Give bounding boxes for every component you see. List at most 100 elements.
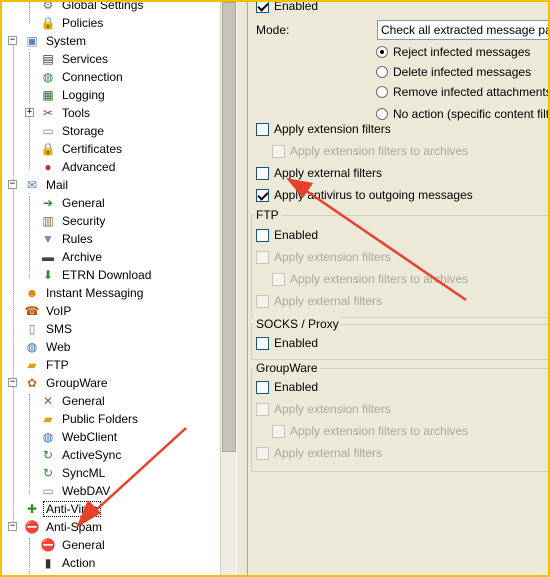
ftp-ext-archives-checkbox[interactable] xyxy=(272,273,285,286)
tree-item-system[interactable]: − ▣ System xyxy=(2,32,220,50)
tree-item-storage[interactable]: ▭ Storage xyxy=(2,122,220,140)
radio-remove-attachments[interactable] xyxy=(376,86,388,98)
navigation-tree: ⚙ Global Settings 🔒 Policies − ▣ System … xyxy=(2,2,220,575)
mode-label: Mode: xyxy=(256,23,290,37)
logging-icon: ▦ xyxy=(42,88,54,102)
groupware-ext-archives-label: Apply extension filters to archives xyxy=(290,424,469,438)
ftp-external-label: Apply external filters xyxy=(274,294,383,308)
tree-item-certificates[interactable]: 🔒 Certificates xyxy=(2,140,220,158)
action-icon: ▮ xyxy=(44,556,52,570)
ftp-ext-checkbox[interactable] xyxy=(256,251,269,264)
radio-reject-infected-label: Reject infected messages xyxy=(393,45,531,59)
apply-external-filters-checkbox[interactable] xyxy=(256,167,269,180)
tree-item-groupware[interactable]: − ✿ GroupWare xyxy=(2,374,220,392)
tree-item-web[interactable]: ◍ Web xyxy=(2,338,220,356)
socks-enabled-checkbox[interactable] xyxy=(256,337,269,350)
socks-enabled-label: Enabled xyxy=(274,336,319,350)
tree-item-anti-spam[interactable]: − ⛔ Anti-Spam xyxy=(2,518,220,536)
tree-item-webdav[interactable]: ▭ WebDAV xyxy=(2,482,220,500)
collapse-anti-spam-button[interactable]: − xyxy=(8,522,17,531)
tree-item-mail-general[interactable]: ➔ General xyxy=(2,194,220,212)
tree-item-mail-security[interactable]: ▥ Security xyxy=(2,212,220,230)
archive-icon: ▬ xyxy=(42,250,54,264)
anti-spam-general-icon: ⛔ xyxy=(40,538,56,552)
settings-panel: Enabled Mode: Check all extracted messag… xyxy=(248,2,548,575)
tree-item-webclient[interactable]: ◍ WebClient xyxy=(2,428,220,446)
apply-antivirus-outgoing-checkbox[interactable] xyxy=(256,189,269,202)
storage-icon: ▭ xyxy=(42,124,54,138)
groupware-ext-label: Apply extension filters xyxy=(274,402,391,416)
tree-item-logging[interactable]: ▦ Logging xyxy=(2,86,220,104)
tree-item-global-settings[interactable]: ⚙ Global Settings xyxy=(2,2,220,14)
pane-splitter[interactable] xyxy=(236,2,248,575)
groupware-general-icon: ✕ xyxy=(42,394,54,408)
voip-icon: ☎ xyxy=(24,304,40,318)
system-icon: ▣ xyxy=(26,34,38,48)
tree-item-public-folders[interactable]: ▰ Public Folders xyxy=(2,410,220,428)
tree-item-connection[interactable]: ◍ Connection xyxy=(2,68,220,86)
tools-icon: ✂ xyxy=(42,106,54,120)
mode-select[interactable]: Check all extracted message parts a xyxy=(377,20,548,40)
tree-item-mail[interactable]: − ✉ Mail xyxy=(2,176,220,194)
radio-no-action[interactable] xyxy=(376,108,388,120)
radio-no-action-label: No action (specific content filter n xyxy=(393,107,548,121)
apply-ext-archives-checkbox[interactable] xyxy=(272,145,285,158)
tree-item-rules[interactable]: ▼ Rules xyxy=(2,230,220,248)
radio-delete-infected-label: Delete infected messages xyxy=(393,65,532,79)
sms-icon: ▯ xyxy=(28,322,36,336)
groupware-icon: ✿ xyxy=(26,376,38,390)
collapse-system-button[interactable]: − xyxy=(8,36,17,45)
certificates-icon: 🔒 xyxy=(40,142,56,156)
tree-item-groupware-general[interactable]: ✕ General xyxy=(2,392,220,410)
mail-general-icon: ➔ xyxy=(42,196,54,210)
tree-item-tools[interactable]: + ✂ Tools xyxy=(2,104,220,122)
apply-extension-filters-checkbox[interactable] xyxy=(256,123,269,136)
tree-item-activesync[interactable]: ↻ ActiveSync xyxy=(2,446,220,464)
tree-item-instant-messaging[interactable]: ☻ Instant Messaging xyxy=(2,284,220,302)
ftp-group-title: FTP xyxy=(254,208,281,222)
tree-item-sms[interactable]: ▯ SMS xyxy=(2,320,220,338)
tree-item-voip[interactable]: ☎ VoIP xyxy=(2,302,220,320)
socks-group-title: SOCKS / Proxy xyxy=(254,317,341,331)
tree-scrollbar-thumb[interactable] xyxy=(222,2,236,452)
mail-icon: ✉ xyxy=(26,178,38,192)
tree-item-policies[interactable]: 🔒 Policies xyxy=(2,14,220,32)
collapse-groupware-button[interactable]: − xyxy=(8,378,17,387)
apply-antivirus-outgoing-label: Apply antivirus to outgoing messages xyxy=(274,188,473,202)
expand-tools-button[interactable]: + xyxy=(25,108,34,117)
radio-reject-infected[interactable] xyxy=(376,46,388,58)
groupware-enabled-label: Enabled xyxy=(274,380,319,394)
tree-item-services[interactable]: ▤ Services xyxy=(2,50,220,68)
tree-item-action[interactable]: ▮ Action xyxy=(2,554,220,572)
connection-icon: ◍ xyxy=(42,70,54,84)
tree-item-ftp[interactable]: ▰ FTP xyxy=(2,356,220,374)
groupware-ext-archives-checkbox[interactable] xyxy=(272,425,285,438)
webdav-icon: ▭ xyxy=(42,484,54,498)
tree-item-syncml[interactable]: ↻ SyncML xyxy=(2,464,220,482)
tree-item-etrn-download[interactable]: ⬇ ETRN Download xyxy=(2,266,220,284)
radio-remove-attachments-label: Remove infected attachments xyxy=(393,85,548,99)
ftp-icon: ▰ xyxy=(27,358,37,372)
ftp-enabled-checkbox[interactable] xyxy=(256,229,269,242)
rules-icon: ▼ xyxy=(42,232,54,246)
groupware-enabled-checkbox[interactable] xyxy=(256,381,269,394)
groupware-ext-checkbox[interactable] xyxy=(256,403,269,416)
apply-ext-archives-label: Apply extension filters to archives xyxy=(290,144,469,158)
ftp-external-checkbox[interactable] xyxy=(256,295,269,308)
ftp-ext-label: Apply extension filters xyxy=(274,250,391,264)
mail-enabled-checkbox[interactable] xyxy=(256,2,269,13)
groupware-external-label: Apply external filters xyxy=(274,446,383,460)
groupware-group-title: GroupWare xyxy=(254,361,320,375)
instant-messaging-icon: ☻ xyxy=(25,286,39,300)
radio-delete-infected[interactable] xyxy=(376,66,388,78)
groupware-external-checkbox[interactable] xyxy=(256,447,269,460)
tree-scrollbar[interactable] xyxy=(220,2,236,575)
tree-item-archive[interactable]: ▬ Archive xyxy=(2,248,220,266)
ftp-ext-archives-label: Apply extension filters to archives xyxy=(290,272,469,286)
tree-item-anti-spam-general[interactable]: ⛔ General xyxy=(2,536,220,554)
advanced-icon: ● xyxy=(44,160,52,174)
web-icon: ◍ xyxy=(26,340,38,354)
tree-item-advanced[interactable]: ● Advanced xyxy=(2,158,220,176)
tree-item-anti-virus[interactable]: ✚ Anti-Virus xyxy=(2,500,220,518)
collapse-mail-button[interactable]: − xyxy=(8,180,17,189)
